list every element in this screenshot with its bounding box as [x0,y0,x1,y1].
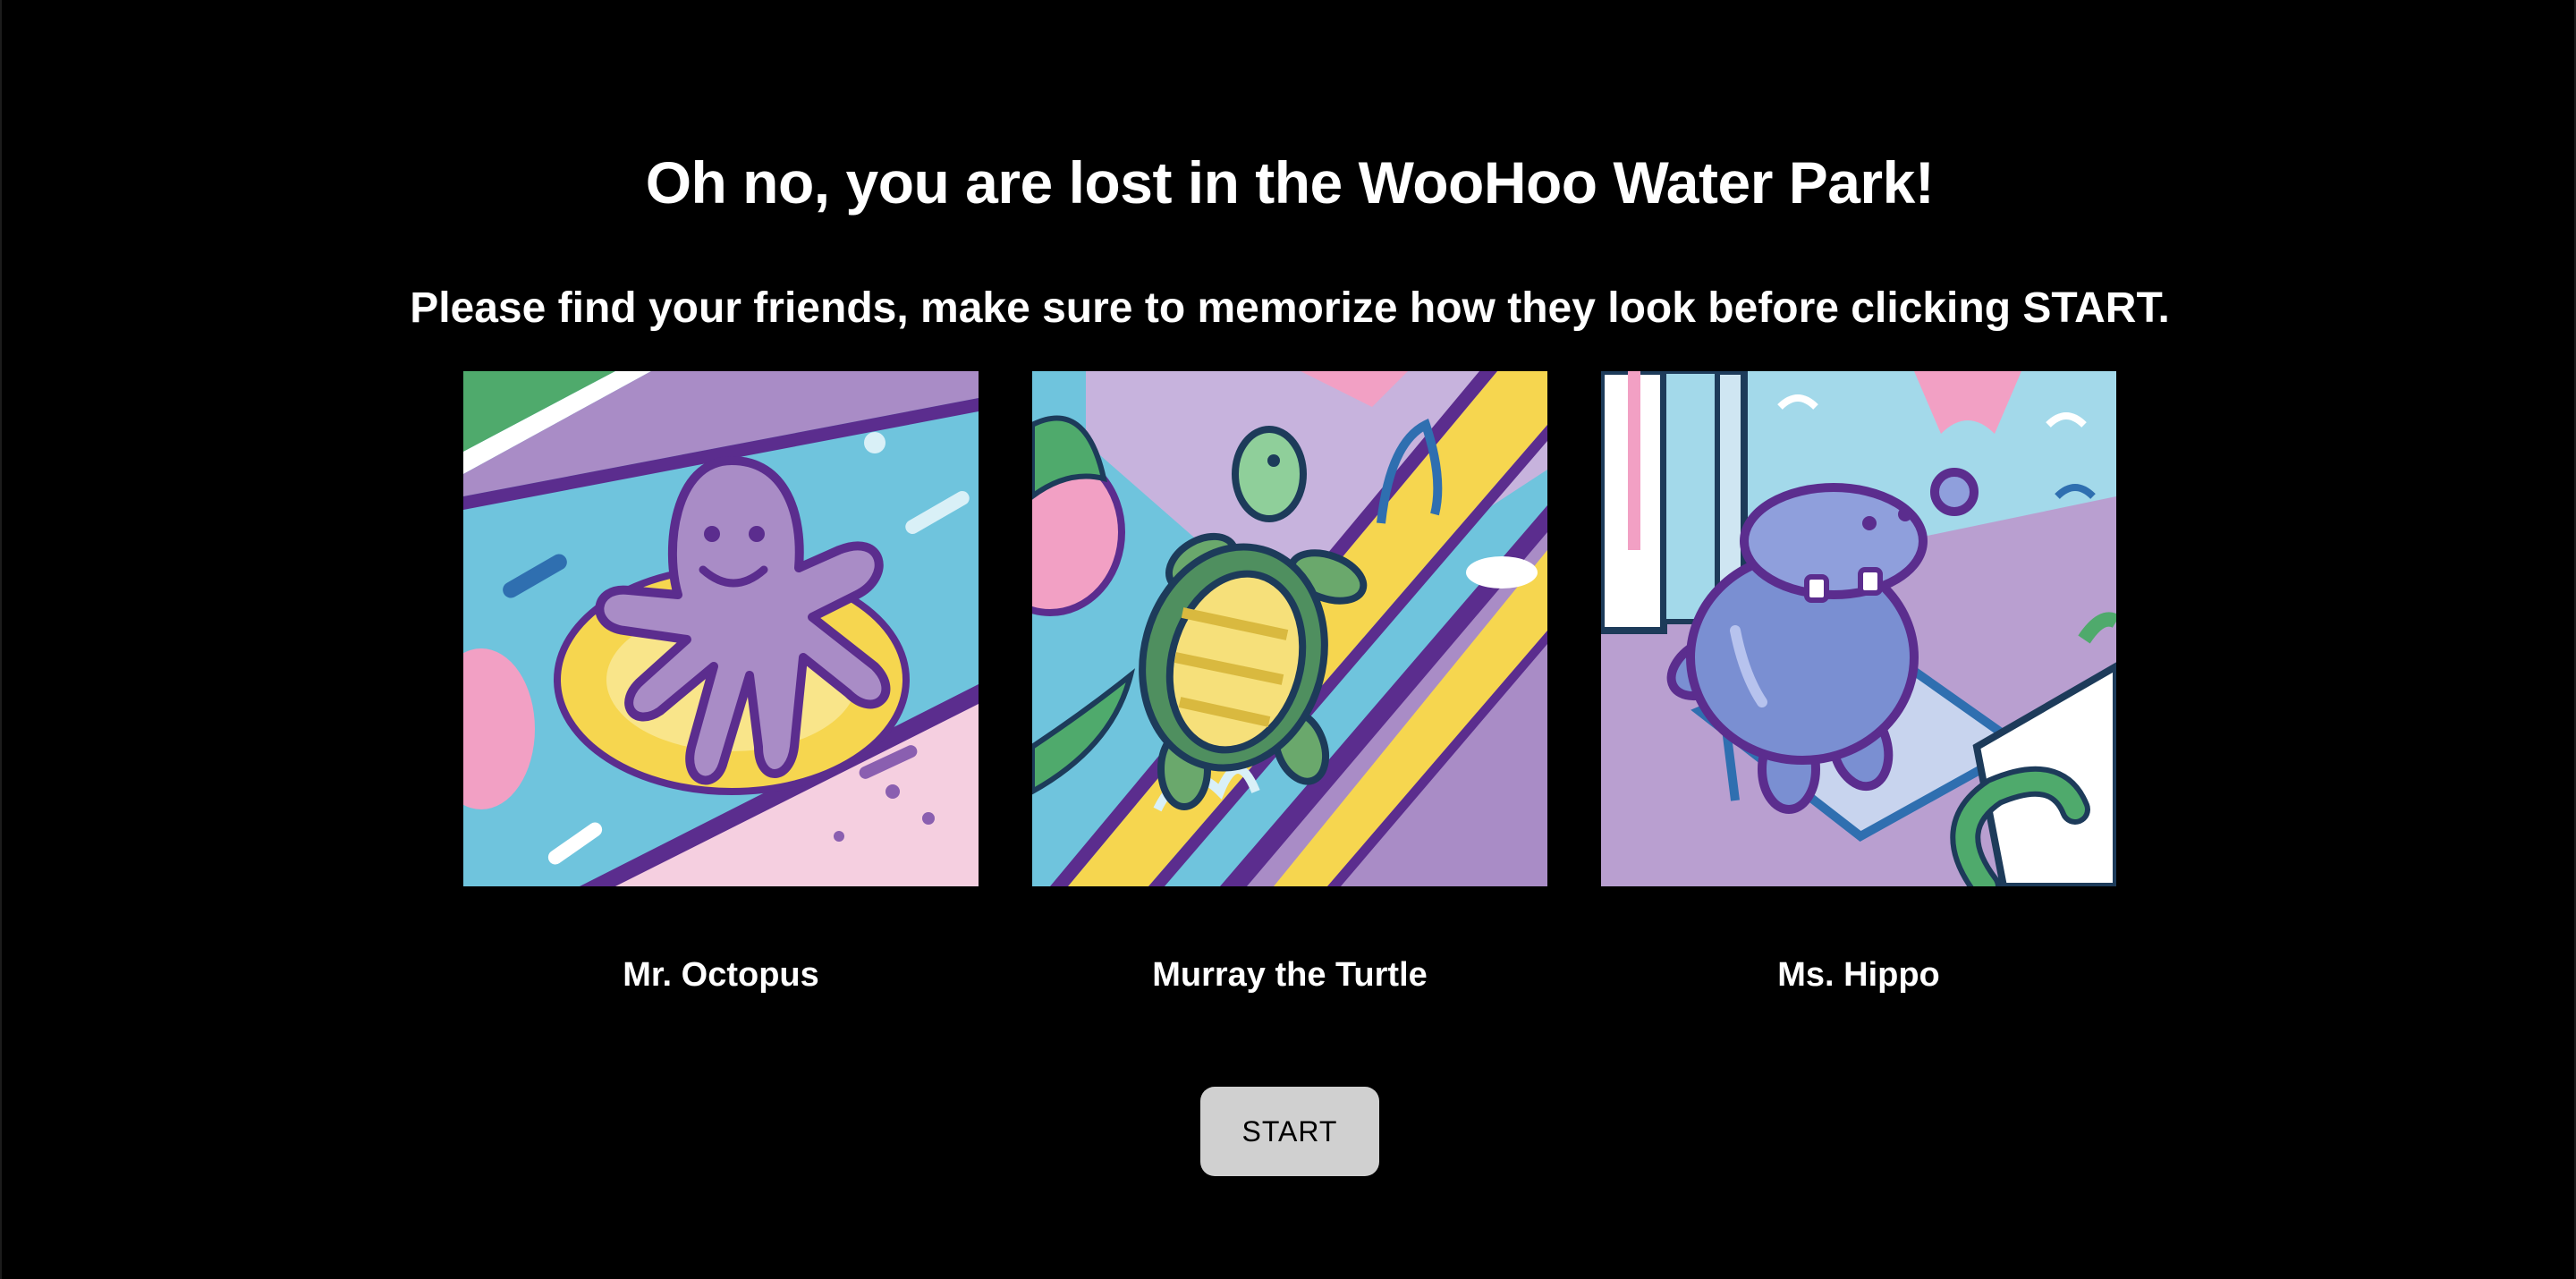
friend-name: Murray the Turtle [1152,956,1428,994]
friends-gallery: Mr. Octopus Murray the Turtle Ms. Hippo [463,371,2116,997]
instructions-text: Please find your friends, make sure to m… [410,284,2170,332]
game-screen: Oh no, you are lost in the WooHoo Water … [0,0,2576,1279]
friend-name: Mr. Octopus [623,956,819,994]
friend-card-turtle: Murray the Turtle [1032,371,1547,994]
octopus-illustration [463,371,979,886]
friend-name: Ms. Hippo [1777,956,1940,994]
hippo-illustration [1601,371,2116,886]
start-button[interactable]: START [1200,1087,1379,1176]
turtle-illustration [1032,371,1547,886]
page-title: Oh no, you are lost in the WooHoo Water … [645,149,1935,216]
friend-card-octopus: Mr. Octopus [463,371,979,994]
friend-card-hippo: Ms. Hippo [1601,371,2116,994]
